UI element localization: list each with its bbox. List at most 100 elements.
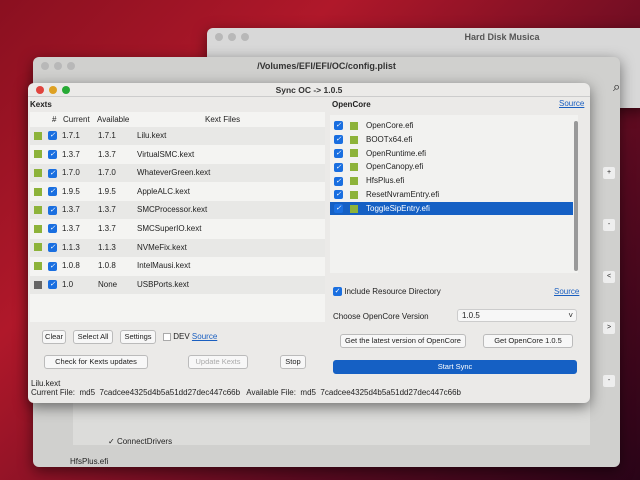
file-checkbox[interactable]: ✓ bbox=[334, 176, 343, 186]
kext-file: SMCProcessor.kext bbox=[137, 205, 208, 215]
kext-file: VirtualSMC.kext bbox=[137, 149, 195, 159]
available-version: 1.0.8 bbox=[98, 261, 116, 271]
current-version: 1.1.3 bbox=[62, 242, 80, 252]
list-item[interactable]: ✓ BOOTx64.efi bbox=[330, 133, 573, 146]
available-hash: 7cadcee4325d4b5a51dd27dec447c66b bbox=[320, 388, 461, 397]
window-title: Sync OC -> 1.0.5 bbox=[275, 85, 343, 95]
right-button[interactable]: > bbox=[603, 322, 615, 334]
dev-checkbox[interactable]: DEV Source bbox=[163, 332, 217, 341]
table-row[interactable]: ✓ 1.7.1 1.7.1 Lilu.kext bbox=[30, 127, 325, 145]
list-item[interactable]: ✓ ResetNvramEntry.efi bbox=[330, 188, 573, 201]
list-item[interactable]: ✓ ToggleSipEntry.efi bbox=[330, 201, 573, 215]
table-row[interactable]: ✓ 1.3.7 1.3.7 VirtualSMC.kext bbox=[30, 146, 325, 164]
table-row[interactable]: ✓ 1.7.0 1.7.0 WhateverGreen.kext bbox=[30, 164, 325, 183]
checkbox-label: Include Resource Directory bbox=[344, 287, 441, 296]
source-link[interactable]: Source bbox=[192, 332, 217, 341]
status-indicator bbox=[34, 280, 42, 289]
hash-line: Current File: md5 7cadcee4325d4b5a51dd27… bbox=[31, 388, 461, 397]
row-checkbox[interactable]: ✓ bbox=[48, 224, 57, 234]
efi-file: BOOTx64.efi bbox=[366, 134, 413, 144]
list-item[interactable]: ✓ OpenCore.efi bbox=[330, 119, 573, 132]
col-header[interactable]: # bbox=[52, 115, 56, 124]
check-updates-button[interactable]: Check for Kexts updates bbox=[44, 355, 148, 369]
file-checkbox[interactable]: ✓ bbox=[334, 190, 343, 200]
row-checkbox[interactable]: ✓ bbox=[48, 131, 57, 141]
minus-button[interactable]: - bbox=[603, 375, 615, 387]
current-hash: 7cadcee4325d4b5a51dd27dec447c66b bbox=[99, 388, 241, 397]
current-version: 1.7.1 bbox=[62, 131, 80, 140]
status-indicator bbox=[350, 135, 358, 144]
start-sync-button[interactable]: Start Sync bbox=[333, 360, 577, 374]
status-indicator bbox=[350, 204, 358, 213]
row-checkbox[interactable]: ✓ bbox=[48, 187, 57, 197]
kexts-heading: Kexts bbox=[30, 100, 52, 109]
kext-file: NVMeFix.kext bbox=[137, 242, 187, 252]
stop-button[interactable]: Stop bbox=[280, 355, 306, 369]
row-checkbox[interactable]: ✓ bbox=[48, 280, 57, 290]
include-resources-checkbox[interactable]: ✓ Include Resource Directory bbox=[333, 287, 441, 297]
settings-button[interactable]: Settings bbox=[120, 330, 156, 344]
row-checkbox[interactable]: ✓ bbox=[48, 168, 57, 178]
row-checkbox[interactable]: ✓ bbox=[48, 261, 57, 271]
table-row[interactable]: ✓ 1.0 None USBPorts.kext bbox=[30, 275, 325, 294]
scrollbar[interactable] bbox=[574, 121, 578, 271]
hash-type: md5 bbox=[300, 388, 316, 397]
remove-button[interactable]: - bbox=[603, 219, 615, 231]
current-file-label: Current File: bbox=[31, 388, 76, 397]
current-version: 1.0.8 bbox=[62, 261, 80, 271]
status-indicator bbox=[34, 243, 42, 252]
row-checkbox[interactable]: ✓ bbox=[48, 242, 57, 252]
efi-file: ToggleSipEntry.efi bbox=[366, 203, 430, 213]
file-checkbox[interactable]: ✓ bbox=[334, 121, 343, 131]
list-item[interactable]: ✓ HfsPlus.efi bbox=[330, 174, 573, 187]
sync-window: Sync OC -> 1.0.5 Kexts # Current Availab… bbox=[28, 83, 590, 403]
connectdrivers-checkbox[interactable]: ✓ ConnectDrivers bbox=[108, 437, 172, 446]
opencore-heading: OpenCore bbox=[332, 100, 371, 109]
kext-file: USBPorts.kext bbox=[137, 279, 190, 289]
col-header[interactable]: Current bbox=[63, 115, 90, 124]
footer-label: HfsPlus.efi bbox=[70, 457, 109, 466]
opencore-source-link[interactable]: Source bbox=[559, 99, 584, 108]
table-row[interactable]: ✓ 1.0.8 1.0.8 IntelMausi.kext bbox=[30, 257, 325, 275]
kext-file: IntelMausi.kext bbox=[137, 261, 191, 271]
get-version-button[interactable]: Get OpenCore 1.0.5 bbox=[483, 334, 573, 348]
col-header[interactable]: Available bbox=[97, 115, 129, 124]
kexts-table: # Current Available Kext Files ✓ 1.7.1 1… bbox=[30, 112, 325, 322]
file-checkbox[interactable]: ✓ bbox=[334, 148, 343, 158]
efi-file: OpenCanopy.efi bbox=[366, 162, 424, 172]
list-item[interactable]: ✓ OpenCanopy.efi bbox=[330, 160, 573, 173]
version-select[interactable]: 1.0.5 ˅ bbox=[457, 309, 577, 322]
add-button[interactable]: + bbox=[603, 167, 615, 179]
status-file: Lilu.kext bbox=[31, 379, 61, 388]
kext-file: AppleALC.kext bbox=[137, 186, 190, 196]
kext-file: SMCSuperIO.kext bbox=[137, 224, 202, 233]
available-version: None bbox=[98, 279, 118, 289]
table-row[interactable]: ✓ 1.9.5 1.9.5 AppleALC.kext bbox=[30, 183, 325, 201]
resources-source-link[interactable]: Source bbox=[554, 287, 579, 296]
row-checkbox[interactable]: ✓ bbox=[48, 149, 57, 159]
checkbox-label: ConnectDrivers bbox=[116, 437, 173, 446]
status-indicator bbox=[34, 169, 42, 178]
status-indicator bbox=[350, 121, 358, 130]
update-kexts-button[interactable]: Update Kexts bbox=[188, 355, 248, 369]
clear-button[interactable]: Clear bbox=[42, 330, 66, 344]
file-checkbox[interactable]: ✓ bbox=[334, 162, 343, 172]
file-checkbox[interactable]: ✓ bbox=[334, 135, 343, 145]
table-row[interactable]: ✓ 1.3.7 1.3.7 SMCSuperIO.kext bbox=[30, 220, 325, 238]
row-checkbox[interactable]: ✓ bbox=[48, 205, 57, 215]
window-controls[interactable] bbox=[215, 33, 249, 41]
list-item[interactable]: ✓ OpenRuntime.efi bbox=[330, 147, 573, 160]
available-version: 1.7.0 bbox=[98, 168, 116, 178]
select-all-button[interactable]: Select All bbox=[73, 330, 113, 344]
col-header[interactable]: Kext Files bbox=[205, 115, 240, 124]
table-row[interactable]: ✓ 1.1.3 1.1.3 NVMeFix.kext bbox=[30, 238, 325, 257]
get-latest-button[interactable]: Get the latest version of OpenCore bbox=[340, 334, 466, 348]
table-row[interactable]: ✓ 1.3.7 1.3.7 SMCProcessor.kext bbox=[30, 201, 325, 220]
search-icon[interactable]: ⌕ bbox=[613, 79, 620, 95]
left-button[interactable]: < bbox=[603, 271, 615, 283]
current-version: 1.9.5 bbox=[62, 186, 80, 196]
status-indicator bbox=[34, 187, 42, 196]
available-file-label: Available File: bbox=[246, 388, 296, 397]
file-checkbox[interactable]: ✓ bbox=[334, 204, 343, 214]
current-version: 1.3.7 bbox=[62, 205, 80, 215]
